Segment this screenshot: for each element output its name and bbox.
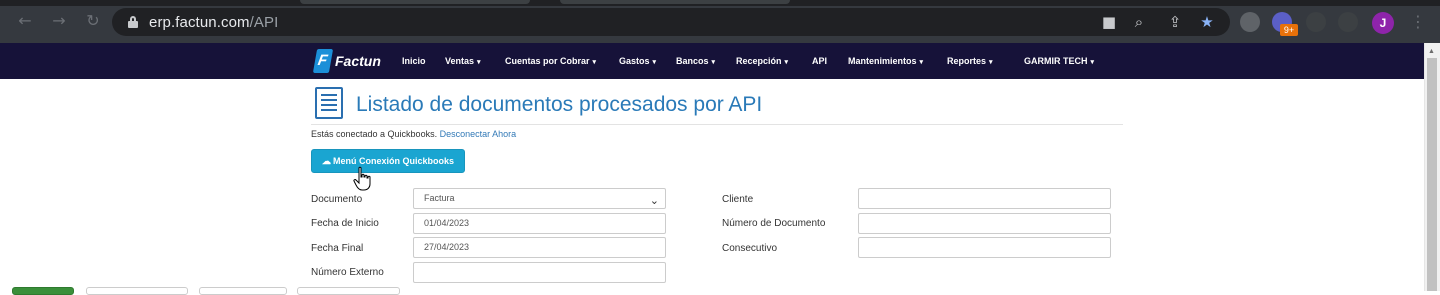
reload-icon[interactable]: ↻ [84, 12, 102, 30]
nav-item-company[interactable]: GARMIR TECH ▾ [1024, 56, 1094, 66]
document-list-icon [315, 87, 343, 119]
scrollbar-thumb[interactable] [1427, 58, 1437, 291]
brand-name: Factun [335, 53, 381, 69]
search-button[interactable] [12, 287, 74, 295]
caret-down-icon: ▾ [477, 59, 481, 66]
caret-down-icon: ▾ [989, 59, 993, 66]
back-icon[interactable]: ← [16, 12, 34, 30]
nav-item-reportes[interactable]: Reportes ▾ [947, 56, 993, 66]
divider [311, 124, 1123, 125]
url-text[interactable]: erp.factun.com/API [149, 14, 278, 31]
zoom-icon[interactable]: ⌕ [1130, 13, 1148, 31]
fecha-inicio-input[interactable]: 01/04/2023 [413, 213, 666, 234]
nav-item-ventas[interactable]: Ventas ▾ [445, 56, 481, 66]
share-icon[interactable]: ⇪ [1166, 13, 1184, 31]
connection-status-text: Estás conectado a Quickbooks. [311, 129, 438, 139]
extension-icon[interactable] [1306, 12, 1326, 32]
bookmark-star-icon[interactable]: ★ [1198, 13, 1216, 31]
connection-status: Estás conectado a Quickbooks. Desconecta… [311, 129, 516, 139]
camera-icon[interactable]: ■ [1100, 13, 1118, 31]
scroll-up-icon[interactable]: ▲ [1428, 48, 1435, 55]
browser-tab[interactable] [300, 0, 530, 4]
side-panel-icon[interactable] [1338, 12, 1358, 32]
page-title: Listado de documentos procesados por API [356, 93, 763, 116]
documento-select[interactable]: Factura ⌄ [413, 188, 666, 209]
address-bar[interactable] [112, 8, 1230, 36]
nav-item-api[interactable]: API [812, 56, 827, 66]
caret-down-icon: ▾ [652, 59, 657, 66]
nav-item-mantenimientos[interactable]: Mantenimientos ▾ [848, 56, 923, 66]
numero-documento-input[interactable] [858, 213, 1111, 234]
documento-selected-value: Factura [424, 193, 455, 203]
numero-externo-input[interactable] [413, 262, 666, 283]
lock-icon[interactable] [128, 16, 138, 28]
action-button[interactable] [297, 287, 400, 295]
nav-item-cuentas-por-cobrar[interactable]: Cuentas por Cobrar ▾ [505, 56, 596, 66]
disconnect-link[interactable]: Desconectar Ahora [440, 129, 517, 139]
chevron-down-icon: ⌄ [649, 194, 659, 207]
quickbooks-menu-label: Menú Conexión Quickbooks [332, 156, 454, 166]
documento-label: Documento [311, 194, 363, 205]
browser-tab[interactable] [560, 0, 790, 4]
fecha-final-label: Fecha Final [311, 243, 364, 254]
extension-badge: 9+ [1280, 24, 1298, 36]
extension-icon[interactable] [1240, 12, 1260, 32]
fecha-final-input[interactable]: 27/04/2023 [413, 237, 666, 258]
quickbooks-menu-button[interactable]: ☁ Menú Conexión Quickbooks [311, 149, 465, 173]
fecha-inicio-label: Fecha de Inicio [311, 218, 379, 229]
browser-menu-icon[interactable]: ⋮ [1410, 12, 1426, 31]
profile-avatar[interactable]: J [1372, 12, 1394, 34]
forward-icon[interactable]: → [50, 12, 68, 30]
caret-down-icon: ▾ [711, 59, 716, 66]
cliente-label: Cliente [722, 194, 754, 205]
numero-externo-label: Número Externo [311, 267, 384, 278]
numero-documento-label: Número de Documento [722, 218, 826, 229]
nav-item-recepcion[interactable]: Recepción ▾ [736, 56, 788, 66]
hand-pointer-icon [353, 166, 371, 191]
caret-down-icon: ▾ [784, 59, 789, 66]
consecutivo-input[interactable] [858, 237, 1111, 258]
consecutivo-label: Consecutivo [722, 243, 778, 254]
caret-down-icon: ▾ [592, 59, 597, 66]
action-button[interactable] [86, 287, 188, 295]
caret-down-icon: ▾ [919, 59, 924, 66]
caret-down-icon: ▾ [1090, 59, 1095, 66]
tab-strip [0, 0, 1440, 6]
nav-item-bancos[interactable]: Bancos ▾ [676, 56, 715, 66]
nav-item-gastos[interactable]: Gastos ▾ [619, 56, 656, 66]
nav-item-inicio[interactable]: Inicio [402, 56, 426, 66]
action-button[interactable] [199, 287, 287, 295]
cliente-input[interactable] [858, 188, 1111, 209]
cloud-icon: ☁ [321, 156, 331, 166]
